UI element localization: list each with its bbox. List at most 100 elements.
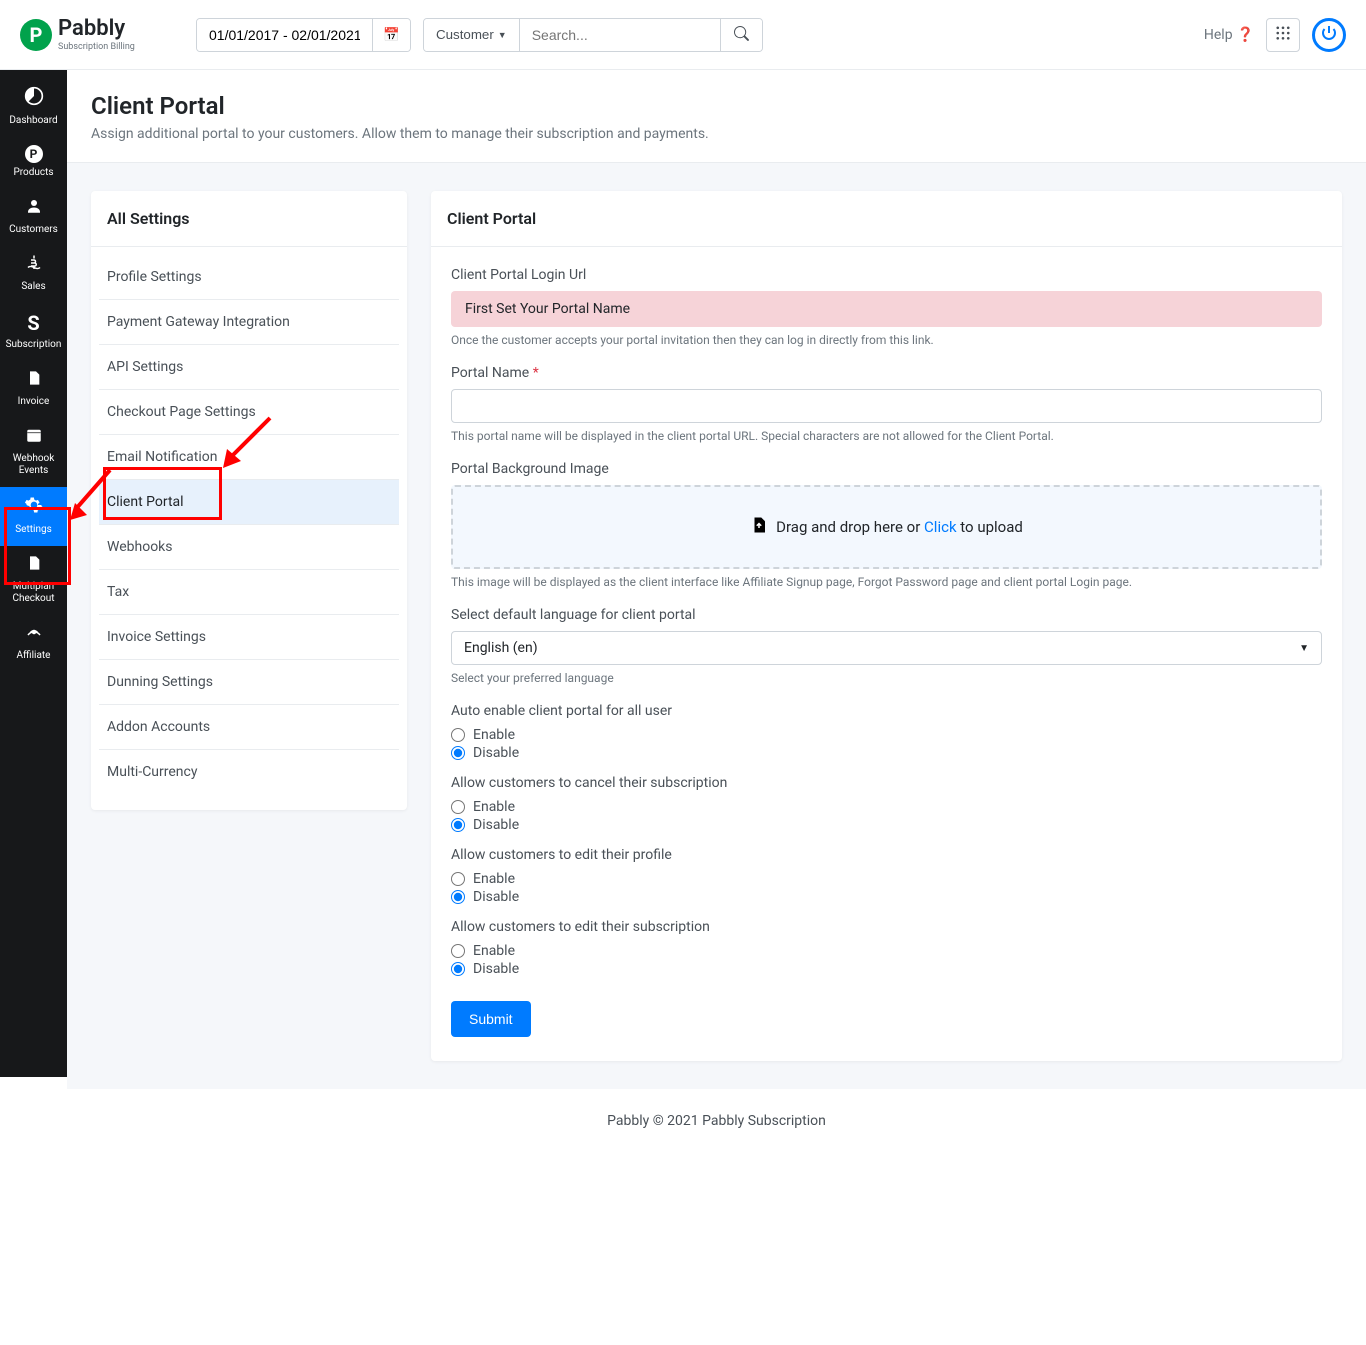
settings-item-gateway[interactable]: Payment Gateway Integration (99, 300, 399, 345)
settings-item-tax[interactable]: Tax (99, 570, 399, 615)
page-title: Client Portal (91, 92, 1342, 120)
auto-enable-disable-radio[interactable] (451, 746, 465, 760)
logo-icon: P (20, 19, 52, 51)
search-input[interactable] (520, 19, 720, 51)
dashboard-icon (24, 86, 44, 111)
subscription-icon: S (27, 311, 39, 335)
calendar-icon (25, 426, 43, 449)
login-url-label: Client Portal Login Url (451, 267, 1322, 283)
edit-profile-disable-radio[interactable] (451, 890, 465, 904)
sales-icon (25, 254, 43, 277)
calendar-icon: 📅 (383, 27, 400, 42)
grid-icon (1276, 26, 1290, 43)
bg-image-help: This image will be displayed as the clie… (451, 575, 1322, 589)
nav-settings[interactable]: Settings (0, 487, 67, 546)
edit-sub-enable-radio[interactable] (451, 944, 465, 958)
form-body: Client Portal Login Url First Set Your P… (431, 247, 1342, 1061)
settings-item-client-portal[interactable]: Client Portal (99, 480, 399, 525)
power-icon (1321, 25, 1337, 44)
cancel-sub-group: Enable Disable (451, 799, 1322, 833)
settings-item-api[interactable]: API Settings (99, 345, 399, 390)
settings-item-dunning[interactable]: Dunning Settings (99, 660, 399, 705)
nav-sales[interactable]: Sales (0, 246, 67, 303)
customers-icon (25, 197, 43, 220)
gear-icon (24, 495, 44, 520)
help-icon: ❓ (1237, 27, 1254, 43)
auto-enable-enable-radio[interactable] (451, 728, 465, 742)
power-button[interactable] (1312, 18, 1346, 52)
content-area: All Settings Profile Settings Payment Ga… (67, 163, 1366, 1089)
nav-multiplan[interactable]: Multiplan Checkout (0, 546, 67, 615)
language-help: Select your preferred language (451, 671, 1322, 685)
apps-button[interactable] (1266, 18, 1300, 52)
brand-name: Pabbly (58, 18, 135, 40)
caret-down-icon: ▼ (498, 30, 507, 40)
nav-subscription[interactable]: SSubscription (0, 303, 67, 361)
nav-invoice[interactable]: Invoice (0, 361, 67, 418)
nav-affiliate[interactable]: Affiliate (0, 615, 67, 672)
nav-dashboard[interactable]: Dashboard (0, 78, 67, 137)
required-asterisk: * (533, 365, 539, 381)
page-description: Assign additional portal to your custome… (91, 126, 1342, 142)
edit-sub-label: Allow customers to edit their subscripti… (451, 919, 1322, 935)
edit-profile-group: Enable Disable (451, 871, 1322, 905)
date-range-input[interactable] (197, 19, 372, 51)
settings-item-checkout[interactable]: Checkout Page Settings (99, 390, 399, 435)
top-header: P Pabbly Subscription Billing 📅 Customer… (0, 0, 1366, 70)
login-url-help: Once the customer accepts your portal in… (451, 333, 1322, 347)
main-content: Client Portal Assign additional portal t… (67, 70, 1366, 1153)
settings-item-email[interactable]: Email Notification (99, 435, 399, 480)
search-icon (734, 29, 749, 44)
form-title: Client Portal (431, 191, 1342, 247)
auto-enable-group: Enable Disable (451, 727, 1322, 761)
language-label: Select default language for client porta… (451, 607, 1322, 623)
brand-subtitle: Subscription Billing (58, 42, 135, 52)
invoice-icon (26, 369, 42, 392)
client-portal-form: Client Portal Client Portal Login Url Fi… (431, 191, 1342, 1061)
settings-item-currency[interactable]: Multi-Currency (99, 750, 399, 794)
left-sidebar: Dashboard PProducts Customers Sales SSub… (0, 70, 67, 1077)
header-right: Help❓ (1204, 18, 1346, 52)
bg-image-dropzone[interactable]: Drag and drop here or Click to upload (451, 485, 1322, 569)
help-link[interactable]: Help❓ (1204, 27, 1254, 43)
search-group: Customer▼ (423, 18, 763, 52)
edit-profile-label: Allow customers to edit their profile (451, 847, 1322, 863)
settings-item-addon[interactable]: Addon Accounts (99, 705, 399, 750)
footer-text: Pabbly © 2021 Pabbly Subscription (67, 1089, 1366, 1153)
language-select[interactable]: English (en)▼ (451, 631, 1322, 665)
settings-item-invoice[interactable]: Invoice Settings (99, 615, 399, 660)
portal-name-input[interactable] (451, 389, 1322, 423)
cancel-sub-enable-radio[interactable] (451, 800, 465, 814)
customer-dropdown[interactable]: Customer▼ (424, 19, 520, 51)
settings-list: Profile Settings Payment Gateway Integra… (91, 247, 407, 810)
calendar-button[interactable]: 📅 (372, 19, 410, 51)
settings-item-profile[interactable]: Profile Settings (99, 255, 399, 300)
portal-name-help: This portal name will be displayed in th… (451, 429, 1322, 443)
products-icon: P (25, 145, 43, 163)
brand-logo[interactable]: P Pabbly Subscription Billing (20, 18, 196, 52)
edit-sub-group: Enable Disable (451, 943, 1322, 977)
cancel-sub-disable-radio[interactable] (451, 818, 465, 832)
edit-profile-enable-radio[interactable] (451, 872, 465, 886)
search-button[interactable] (720, 19, 762, 51)
settings-panel: All Settings Profile Settings Payment Ga… (91, 191, 407, 810)
page-header: Client Portal Assign additional portal t… (67, 70, 1366, 163)
affiliate-icon (25, 623, 43, 646)
nav-products[interactable]: PProducts (0, 137, 67, 189)
caret-down-icon: ▼ (1299, 643, 1309, 654)
settings-item-webhooks[interactable]: Webhooks (99, 525, 399, 570)
submit-button[interactable]: Submit (451, 1001, 531, 1037)
settings-panel-title: All Settings (91, 191, 407, 247)
auto-enable-label: Auto enable client portal for all user (451, 703, 1322, 719)
multiplan-icon (26, 554, 42, 577)
date-range-group: 📅 (196, 18, 411, 52)
bg-image-label: Portal Background Image (451, 461, 1322, 477)
edit-sub-disable-radio[interactable] (451, 962, 465, 976)
click-upload-link[interactable]: Click (924, 518, 957, 536)
login-url-alert: First Set Your Portal Name (451, 291, 1322, 327)
cancel-sub-label: Allow customers to cancel their subscrip… (451, 775, 1322, 791)
upload-icon (750, 515, 768, 539)
nav-webhook-events[interactable]: Webhook Events (0, 418, 67, 487)
nav-customers[interactable]: Customers (0, 189, 67, 246)
portal-name-label: Portal Name * (451, 365, 1322, 381)
